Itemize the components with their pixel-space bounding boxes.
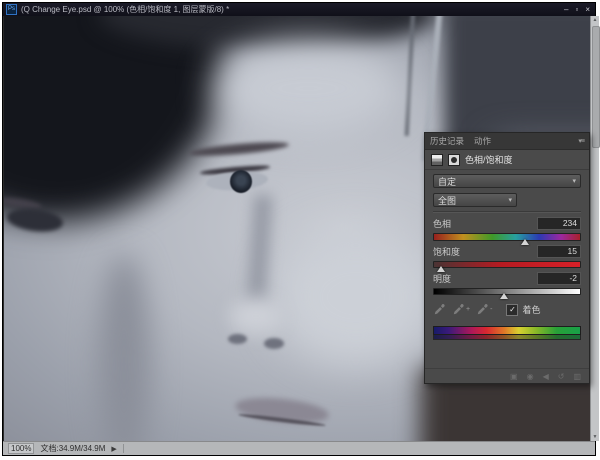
- photo-nostril: [264, 338, 285, 349]
- eyedropper-icon[interactable]: [433, 303, 446, 316]
- close-button[interactable]: ×: [585, 5, 590, 15]
- lightness-slider-handle[interactable]: [500, 293, 508, 299]
- hue-slider-handle[interactable]: [521, 239, 529, 245]
- scroll-down-icon[interactable]: ▼: [591, 434, 599, 440]
- hue-value-field[interactable]: 234: [537, 217, 581, 230]
- spectrum-bars: [433, 326, 581, 340]
- check-icon[interactable]: ✓: [506, 304, 518, 316]
- adjustment-title: 色相/饱和度: [465, 153, 513, 166]
- saturation-slider-handle[interactable]: [437, 266, 445, 272]
- screenshot-frame: Ps (Q Change Eye.psd @ 100% (色相/饱和度 1, 图…: [0, 0, 600, 460]
- photo-cheek-highlight: [274, 229, 438, 365]
- channel-value: 全图: [438, 194, 456, 207]
- colorize-checkbox-group[interactable]: ✓ 着色: [506, 303, 540, 316]
- lightness-slider[interactable]: [433, 288, 581, 295]
- minimize-button[interactable]: –: [564, 5, 568, 15]
- preset-value: 自定: [438, 175, 456, 188]
- status-expand-icon[interactable]: ▶: [111, 445, 116, 453]
- zoom-level-field[interactable]: 100%: [8, 443, 34, 454]
- plus-sign: +: [466, 306, 470, 313]
- panel-tab-bar: 历史记录 动作 ▾≡: [425, 133, 589, 150]
- hue-saturation-panel: 历史记录 动作 ▾≡ 色相/饱和度 自定 ▾ 全图 ▾: [424, 132, 590, 384]
- preset-dropdown[interactable]: 自定 ▾: [433, 174, 581, 188]
- divider: [123, 444, 124, 453]
- eyedropper-subtract-icon[interactable]: [476, 303, 489, 316]
- scroll-up-icon[interactable]: ▲: [591, 17, 599, 23]
- photo-jaw-shadow: [98, 254, 151, 441]
- colorize-label: 着色: [522, 303, 540, 316]
- channel-dropdown[interactable]: 全图 ▾: [433, 193, 517, 207]
- photo-nostril: [228, 334, 247, 344]
- clip-to-layer-icon[interactable]: ▣: [510, 372, 518, 381]
- spectrum-original-bar: [433, 326, 581, 335]
- divider: [433, 211, 581, 213]
- title-bar: Ps (Q Change Eye.psd @ 100% (色相/饱和度 1, 图…: [3, 3, 595, 16]
- scrollbar-thumb[interactable]: [592, 26, 600, 148]
- panel-footer: ▣ ◉ ◀ ↺ ▥: [425, 368, 589, 383]
- vertical-scrollbar[interactable]: ▲ ▼: [590, 16, 599, 441]
- maximize-button[interactable]: ▫: [575, 5, 578, 15]
- adjustment-header: 色相/饱和度: [425, 150, 589, 170]
- chevron-down-icon: ▾: [508, 196, 512, 204]
- chevron-down-icon: ▾: [572, 177, 576, 185]
- mask-icon: [448, 154, 460, 166]
- photo-nose-tip: [230, 297, 283, 335]
- photo-iris: [230, 170, 252, 193]
- minus-sign: -: [490, 306, 492, 313]
- saturation-slider[interactable]: [433, 261, 581, 268]
- hue-slider[interactable]: [433, 233, 581, 241]
- status-bar: 100% 文档:34.9M/34.9M ▶: [3, 441, 595, 455]
- lightness-label: 明度: [433, 272, 451, 285]
- photo-forehead-highlight: [215, 42, 403, 136]
- reset-icon[interactable]: ↺: [558, 372, 565, 381]
- document-size-info: 文档:34.9M/34.9M: [40, 443, 105, 454]
- photo-eyebrow: [188, 139, 288, 158]
- visibility-icon[interactable]: ◉: [527, 372, 534, 381]
- spectrum-adjusted-bar: [433, 335, 581, 340]
- photoshop-window: Ps (Q Change Eye.psd @ 100% (色相/饱和度 1, 图…: [2, 2, 596, 456]
- eyedropper-add-icon[interactable]: [452, 303, 465, 316]
- panel-menu-icon[interactable]: ▾≡: [578, 137, 584, 145]
- saturation-value-field[interactable]: 15: [537, 245, 581, 258]
- delete-adjustment-icon[interactable]: ▥: [573, 372, 581, 381]
- document-title: (Q Change Eye.psd @ 100% (色相/饱和度 1, 图层蒙版…: [21, 4, 560, 15]
- tab-actions[interactable]: 动作: [474, 135, 491, 147]
- previous-state-icon[interactable]: ◀: [543, 372, 549, 381]
- saturation-label: 饱和度: [433, 245, 460, 258]
- photoshop-app-icon: Ps: [6, 4, 17, 15]
- adjustment-icon: [431, 154, 443, 166]
- tab-history[interactable]: 历史记录: [430, 135, 464, 147]
- lightness-value-field[interactable]: -2: [537, 272, 581, 285]
- hue-label: 色相: [433, 217, 451, 230]
